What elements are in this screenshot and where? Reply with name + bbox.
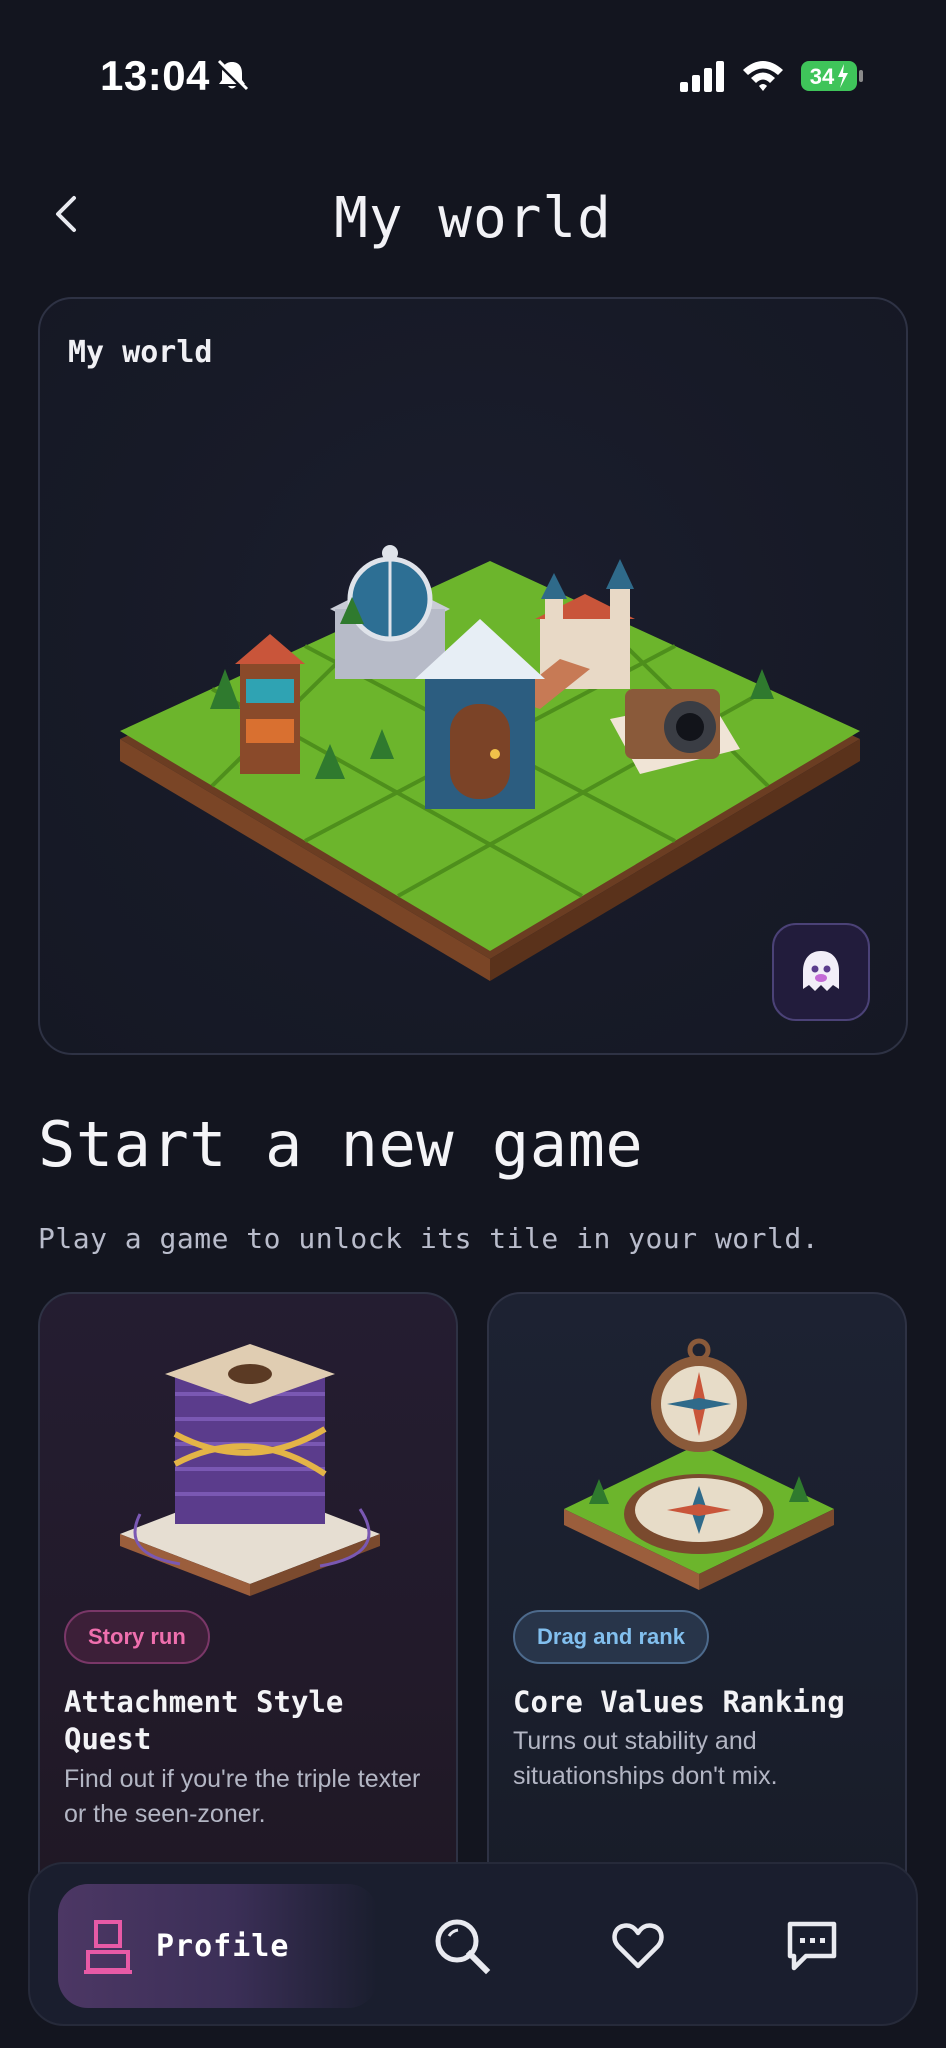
status-time: 13:04: [100, 52, 210, 99]
compass-image: [564, 1338, 834, 1590]
nav-profile[interactable]: Profile: [58, 1884, 378, 2008]
world-card[interactable]: My world: [38, 297, 908, 1055]
game-card-core-values[interactable]: Drag and rank Core Values Ranking Turns …: [487, 1292, 907, 1912]
battery-level: 34: [810, 64, 835, 89]
section-subtitle: Play a game to unlock its tile in your w…: [38, 1222, 820, 1255]
nav-search[interactable]: [432, 1916, 492, 1976]
game-title: Attachment Style Quest: [64, 1685, 344, 1756]
game-card-attachment-style[interactable]: Story run Attachment Style Quest Find ou…: [38, 1292, 458, 1912]
user-icon: [84, 1920, 132, 1974]
game-description: Turns out stability and situationships d…: [513, 1727, 778, 1790]
bottom-nav: Profile: [28, 1862, 918, 2026]
game-tag: Story run: [64, 1610, 210, 1664]
status-bar: 13:04 34: [0, 0, 946, 150]
bell-slash-icon: [216, 59, 249, 92]
cellular-signal-icon: [680, 61, 724, 92]
chat-icon: [787, 1921, 837, 1971]
world-image: [120, 545, 860, 981]
battery-charging-icon: 34: [801, 61, 863, 91]
game-tag: Drag and rank: [513, 1610, 709, 1664]
wifi-icon: [743, 61, 783, 91]
page-title: My world: [334, 186, 612, 251]
heart-icon: [612, 1923, 664, 1969]
nav-profile-label: Profile: [156, 1928, 290, 1964]
nav-likes[interactable]: [608, 1916, 668, 1976]
ghost-button[interactable]: [772, 923, 870, 1021]
game-title: Core Values Ranking: [513, 1685, 845, 1719]
ghost-icon: [803, 951, 839, 991]
yarn-spool-image: [120, 1344, 380, 1596]
world-card-label: My world: [68, 335, 213, 370]
game-description: Find out if you're the triple texter or …: [64, 1765, 421, 1828]
search-icon: [435, 1919, 491, 1975]
nav-messages[interactable]: [782, 1916, 842, 1976]
section-title: Start a new game: [38, 1108, 644, 1181]
